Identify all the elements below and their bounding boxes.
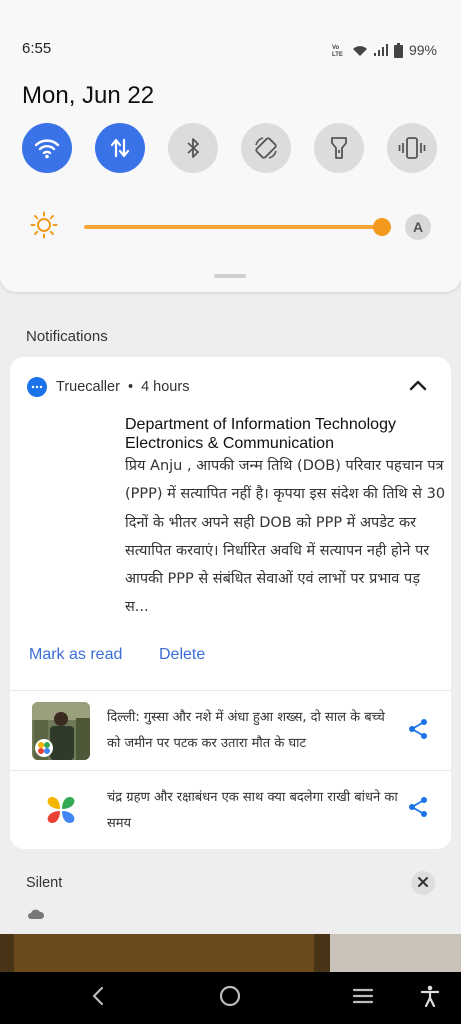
bluetooth-tile[interactable] — [168, 123, 218, 173]
brightness-slider[interactable] — [84, 225, 382, 229]
header-separator: • — [127, 379, 134, 395]
mobile-data-tile[interactable] — [95, 123, 145, 173]
accessibility-icon — [420, 985, 440, 1012]
home-button[interactable] — [218, 985, 242, 1012]
vibrate-icon — [398, 136, 426, 160]
auto-brightness-button[interactable]: A — [405, 214, 431, 240]
navigation-bar — [0, 972, 461, 1024]
news-headline[interactable]: दिल्ली: गुस्सा और नशे में अंधा हुआ शख्स,… — [107, 705, 399, 757]
panel-drag-handle[interactable] — [214, 274, 246, 278]
news-headline[interactable]: चंद्र ग्रहण और रक्षाबंधन एक साथ क्या बदल… — [107, 785, 399, 837]
collapse-button[interactable] — [406, 375, 430, 399]
mobile-data-icon — [110, 137, 130, 159]
notification-card: Truecaller • 4 hours Department of Infor… — [10, 357, 451, 849]
recents-button[interactable] — [351, 986, 375, 1010]
truecaller-message-icon — [27, 377, 47, 397]
battery-percent: 99% — [408, 42, 437, 58]
message-body: प्रिय Anju , आपकी जन्म तिथि (DOB) परिवार… — [125, 458, 446, 616]
app-name: Truecaller — [56, 379, 120, 395]
status-icons: Vo LTE 99% — [332, 40, 437, 60]
home-icon — [219, 985, 241, 1012]
share-icon — [408, 796, 428, 823]
volte-icon: Vo LTE — [332, 43, 346, 57]
battery-icon — [393, 42, 403, 58]
cloud-icon — [28, 906, 45, 924]
date-label: Mon, Jun 22 — [22, 82, 155, 109]
flashlight-icon — [329, 135, 349, 161]
mark-as-read-button[interactable]: Mark as read — [29, 646, 122, 664]
background-app-content — [0, 934, 461, 972]
auto-rotate-icon — [253, 135, 279, 161]
brightness-slider-thumb[interactable] — [373, 218, 391, 236]
silent-dismiss-button[interactable] — [411, 871, 435, 895]
divider — [10, 770, 451, 771]
vibrate-tile[interactable] — [387, 123, 437, 173]
bluetooth-icon — [185, 136, 201, 160]
share-button[interactable] — [407, 796, 429, 823]
wifi-tile[interactable] — [22, 123, 72, 173]
brightness-control: A — [0, 205, 461, 247]
silent-section-header: Silent — [26, 875, 63, 891]
recents-icon — [352, 987, 374, 1010]
google-news-logo-icon — [32, 781, 90, 839]
brightness-sun-icon — [30, 211, 58, 244]
back-button[interactable] — [86, 986, 110, 1010]
auto-rotate-tile[interactable] — [241, 123, 291, 173]
share-icon — [408, 718, 428, 745]
close-icon — [418, 874, 428, 892]
notifications-header: Notifications — [26, 328, 108, 345]
divider — [10, 690, 451, 691]
wifi-icon — [34, 137, 60, 159]
flashlight-tile[interactable] — [314, 123, 364, 173]
cell-signal-icon — [373, 44, 388, 56]
delete-button[interactable]: Delete — [159, 646, 205, 664]
wifi-signal-icon — [352, 44, 368, 57]
quick-settings-panel: 6:55 Vo LTE 99% Mon, Jun 22 A — [0, 0, 461, 292]
chevron-up-icon — [409, 378, 427, 396]
notification-app-header: Truecaller • 4 hours — [56, 379, 189, 395]
accessibility-button[interactable] — [418, 985, 442, 1012]
message-sender: Department of Information Technology Ele… — [125, 416, 396, 452]
news-thumbnail — [32, 702, 90, 760]
status-time: 6:55 — [22, 40, 52, 57]
share-button[interactable] — [407, 718, 429, 745]
svg-text:Vo: Vo — [332, 45, 340, 51]
svg-text:LTE: LTE — [332, 52, 343, 57]
back-icon — [91, 986, 105, 1011]
time-ago: 4 hours — [141, 379, 190, 395]
